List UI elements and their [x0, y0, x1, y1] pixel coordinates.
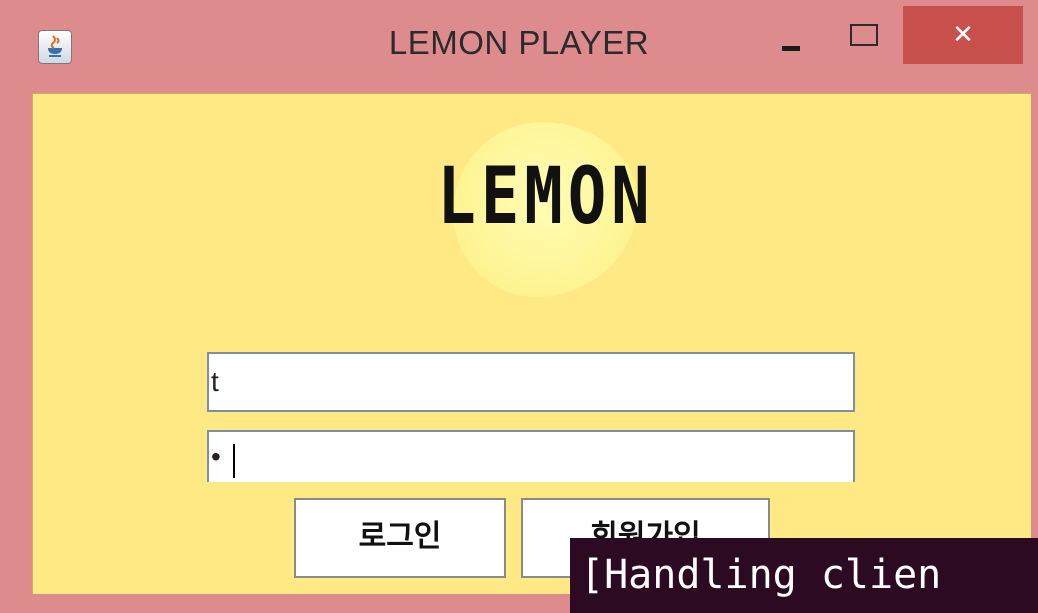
terminal-overlay: [Handling clien	[570, 538, 1038, 613]
terminal-output-text: [Handling clien	[580, 552, 942, 598]
maximize-button[interactable]	[840, 18, 890, 54]
login-panel: LEMON 로그인 회원가입	[32, 93, 1031, 594]
username-input[interactable]	[209, 354, 853, 410]
password-input[interactable]	[209, 432, 853, 482]
password-field-frame	[207, 430, 855, 482]
login-button[interactable]: 로그인	[294, 498, 506, 578]
username-field-frame	[207, 352, 855, 412]
title-bar[interactable]: LEMON PLAYER ✕	[0, 0, 1038, 92]
app-window: LEMON PLAYER ✕ LEMON 로그인 회원가입	[0, 0, 1038, 613]
close-icon: ✕	[952, 20, 974, 50]
app-logo: LEMON	[437, 152, 655, 242]
minimize-button[interactable]	[775, 30, 823, 66]
text-cursor	[233, 444, 235, 478]
close-button[interactable]: ✕	[903, 6, 1023, 64]
